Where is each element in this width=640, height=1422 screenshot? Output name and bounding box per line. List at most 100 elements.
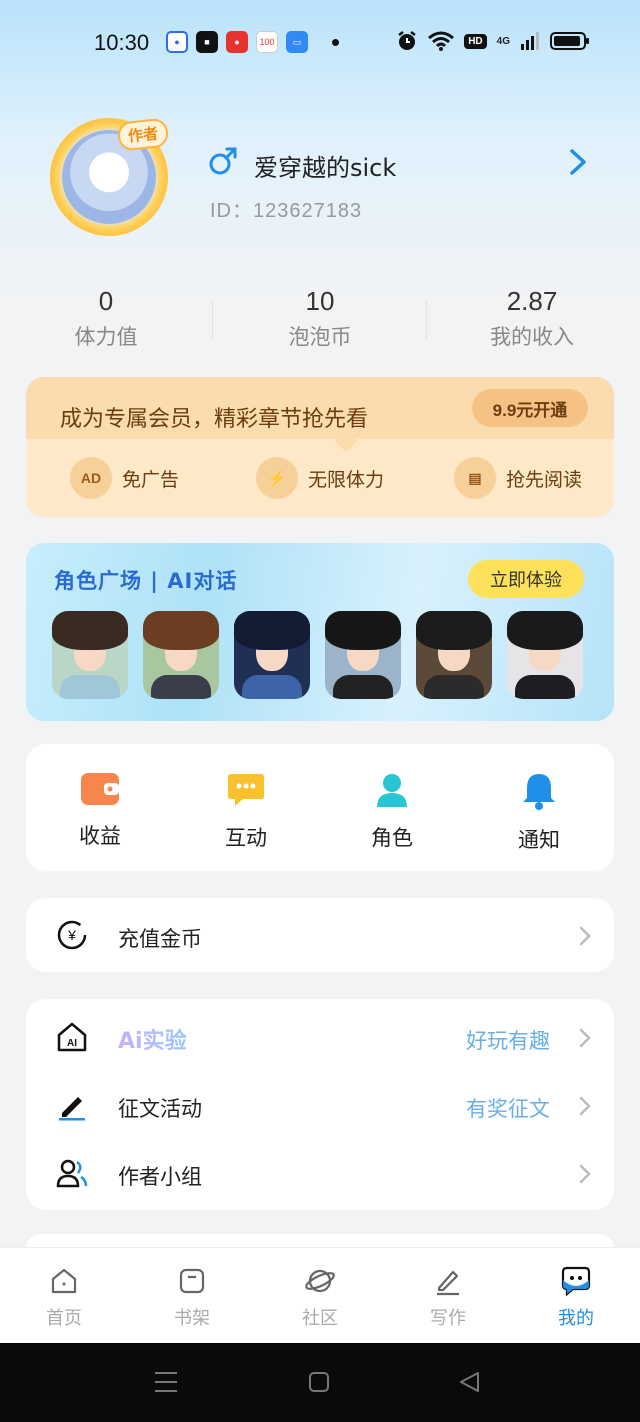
nickname[interactable]: 爱穿越的sick — [254, 148, 396, 183]
vip-card[interactable]: 成为专属会员，精彩章节抢先看 9.9元开通 AD 免广告 ⚡ 无限体力 ▤ 抢先… — [26, 377, 614, 517]
role-avatar-body — [333, 675, 393, 699]
nav-label: 社区 — [302, 1308, 338, 1329]
menu-row-essay[interactable]: 征文活动 有奖征文 — [26, 1071, 614, 1139]
bottom-nav: 首页 书架 社区 写作 我的 — [0, 1247, 640, 1343]
perk-label: 免广告 — [122, 468, 180, 491]
stat-income[interactable]: 2.87 我的收入 — [432, 286, 632, 351]
role-avatar[interactable] — [507, 611, 583, 699]
book-icon: ▤ — [454, 457, 496, 499]
role-avatar-hair — [325, 611, 401, 650]
role-avatar-body — [242, 675, 302, 699]
nav-label: 首页 — [46, 1308, 82, 1329]
system-nav-bar — [0, 1343, 640, 1422]
quick-income[interactable]: 收益 — [50, 772, 150, 850]
score-app-icon: 100 — [256, 31, 278, 53]
red-packet-app-icon: ● — [226, 31, 248, 53]
battery-icon — [550, 32, 589, 50]
role-avatar-body — [515, 675, 575, 699]
vip-perk-early-reading: ▤ 抢先阅读 — [454, 457, 582, 499]
role-avatar-hair — [507, 611, 583, 650]
chevron-right-icon — [579, 1028, 591, 1048]
stat-label: 体力值 — [74, 325, 138, 349]
role-avatar-hair — [52, 611, 128, 650]
chevron-right-icon — [579, 1164, 591, 1184]
role-square-banner[interactable]: 角色广场 | AI对话 立即体验 — [26, 543, 614, 721]
nav-label: 写作 — [430, 1308, 466, 1329]
stat-divider — [212, 300, 213, 340]
recharge-card: ¥ 充值金币 — [26, 898, 614, 972]
nav-label: 书架 — [174, 1308, 210, 1329]
vip-title: 成为专属会员，精彩章节抢先看 — [60, 407, 369, 432]
role-avatar[interactable] — [416, 611, 492, 699]
stat-value: 2.87 — [506, 286, 558, 316]
perk-label: 无限体力 — [308, 468, 385, 491]
mine-icon — [561, 1266, 591, 1296]
coin-exchange-icon: ¥ — [57, 920, 87, 950]
role-avatar[interactable] — [325, 611, 401, 699]
role-avatar-list — [52, 611, 583, 699]
pen-icon — [437, 1270, 459, 1296]
nav-bookshelf[interactable]: 书架 — [152, 1266, 232, 1330]
role-banner-title: 角色广场 | AI对话 — [54, 569, 238, 593]
vip-perk-no-ads: AD 免广告 — [70, 457, 179, 499]
svg-text:¥: ¥ — [67, 927, 76, 943]
pencil-icon — [59, 1097, 85, 1121]
quick-notify[interactable]: 通知 — [489, 772, 589, 854]
vip-perk-unlimited-stamina: ⚡ 无限体力 — [256, 457, 384, 499]
nav-community[interactable]: 社区 — [280, 1266, 360, 1330]
nav-write[interactable]: 写作 — [408, 1266, 488, 1330]
svg-text:AI: AI — [67, 1038, 77, 1049]
quick-actions-card: 收益 互动 角色 通知 — [26, 744, 614, 871]
stat-divider — [426, 300, 427, 340]
chat-bubble-icon — [228, 774, 264, 806]
role-avatar[interactable] — [52, 611, 128, 699]
author-group-label: 作者小组 — [118, 1165, 202, 1189]
network-type: 4G — [496, 35, 510, 47]
wifi-icon — [428, 31, 455, 51]
back-triangle-icon[interactable] — [458, 1371, 482, 1393]
menu-lines-icon[interactable] — [154, 1371, 178, 1393]
status-indicators: HD 4G — [396, 30, 590, 52]
news-app-icon: ■ — [196, 31, 218, 53]
chevron-right-icon — [579, 1096, 591, 1116]
user-id: ID：123627183 — [210, 200, 363, 222]
quick-interact[interactable]: 互动 — [196, 772, 296, 852]
quick-label: 互动 — [225, 826, 267, 850]
role-avatar-hair — [234, 611, 310, 650]
quick-role[interactable]: 角色 — [342, 772, 442, 852]
nav-mine[interactable]: 我的 — [536, 1266, 616, 1330]
role-avatar[interactable] — [234, 611, 310, 699]
role-avatar[interactable] — [143, 611, 219, 699]
profile-chevron-right-icon[interactable] — [566, 148, 590, 176]
quick-label: 角色 — [371, 826, 413, 850]
essay-extra: 有奖征文 — [466, 1097, 550, 1121]
recharge-row[interactable]: ¥ 充值金币 — [26, 901, 614, 969]
menu-row-author-group[interactable]: 作者小组 — [26, 1139, 614, 1207]
nav-home[interactable]: 首页 — [24, 1266, 104, 1330]
hd-badge: HD — [464, 33, 487, 49]
stat-bubble-coins[interactable]: 10 泡泡币 — [220, 286, 420, 351]
paw-app-icon: ● — [166, 31, 188, 53]
stats-row: 0 体力值 10 泡泡币 2.87 我的收入 — [0, 286, 640, 356]
alarm-icon — [398, 31, 416, 50]
role-avatar-body — [151, 675, 211, 699]
stat-stamina[interactable]: 0 体力值 — [6, 286, 206, 351]
blue-app-icon: ▭ — [286, 31, 308, 53]
recharge-label: 充值金币 — [118, 927, 202, 951]
role-avatar-body — [60, 675, 120, 699]
menu-card: AI Ai实验 好玩有趣 征文活动 有奖征文 作者小组 — [26, 999, 614, 1210]
group-icon — [56, 1159, 88, 1188]
ai-home-icon: AI — [57, 1022, 87, 1052]
stat-value: 10 — [305, 286, 335, 316]
bookshelf-icon — [179, 1268, 205, 1294]
perk-label: 抢先阅读 — [506, 468, 583, 491]
role-avatar-hair — [416, 611, 492, 650]
stat-value: 0 — [98, 286, 114, 316]
menu-row-ai-lab[interactable]: AI Ai实验 好玩有趣 — [26, 1003, 614, 1071]
role-avatar-body — [424, 675, 484, 699]
home-square-icon[interactable] — [308, 1371, 330, 1393]
quick-label: 通知 — [518, 828, 560, 852]
vip-open-button[interactable]: 9.9元开通 — [472, 389, 588, 427]
essay-label: 征文活动 — [118, 1097, 202, 1121]
try-now-button[interactable]: 立即体验 — [468, 560, 584, 598]
